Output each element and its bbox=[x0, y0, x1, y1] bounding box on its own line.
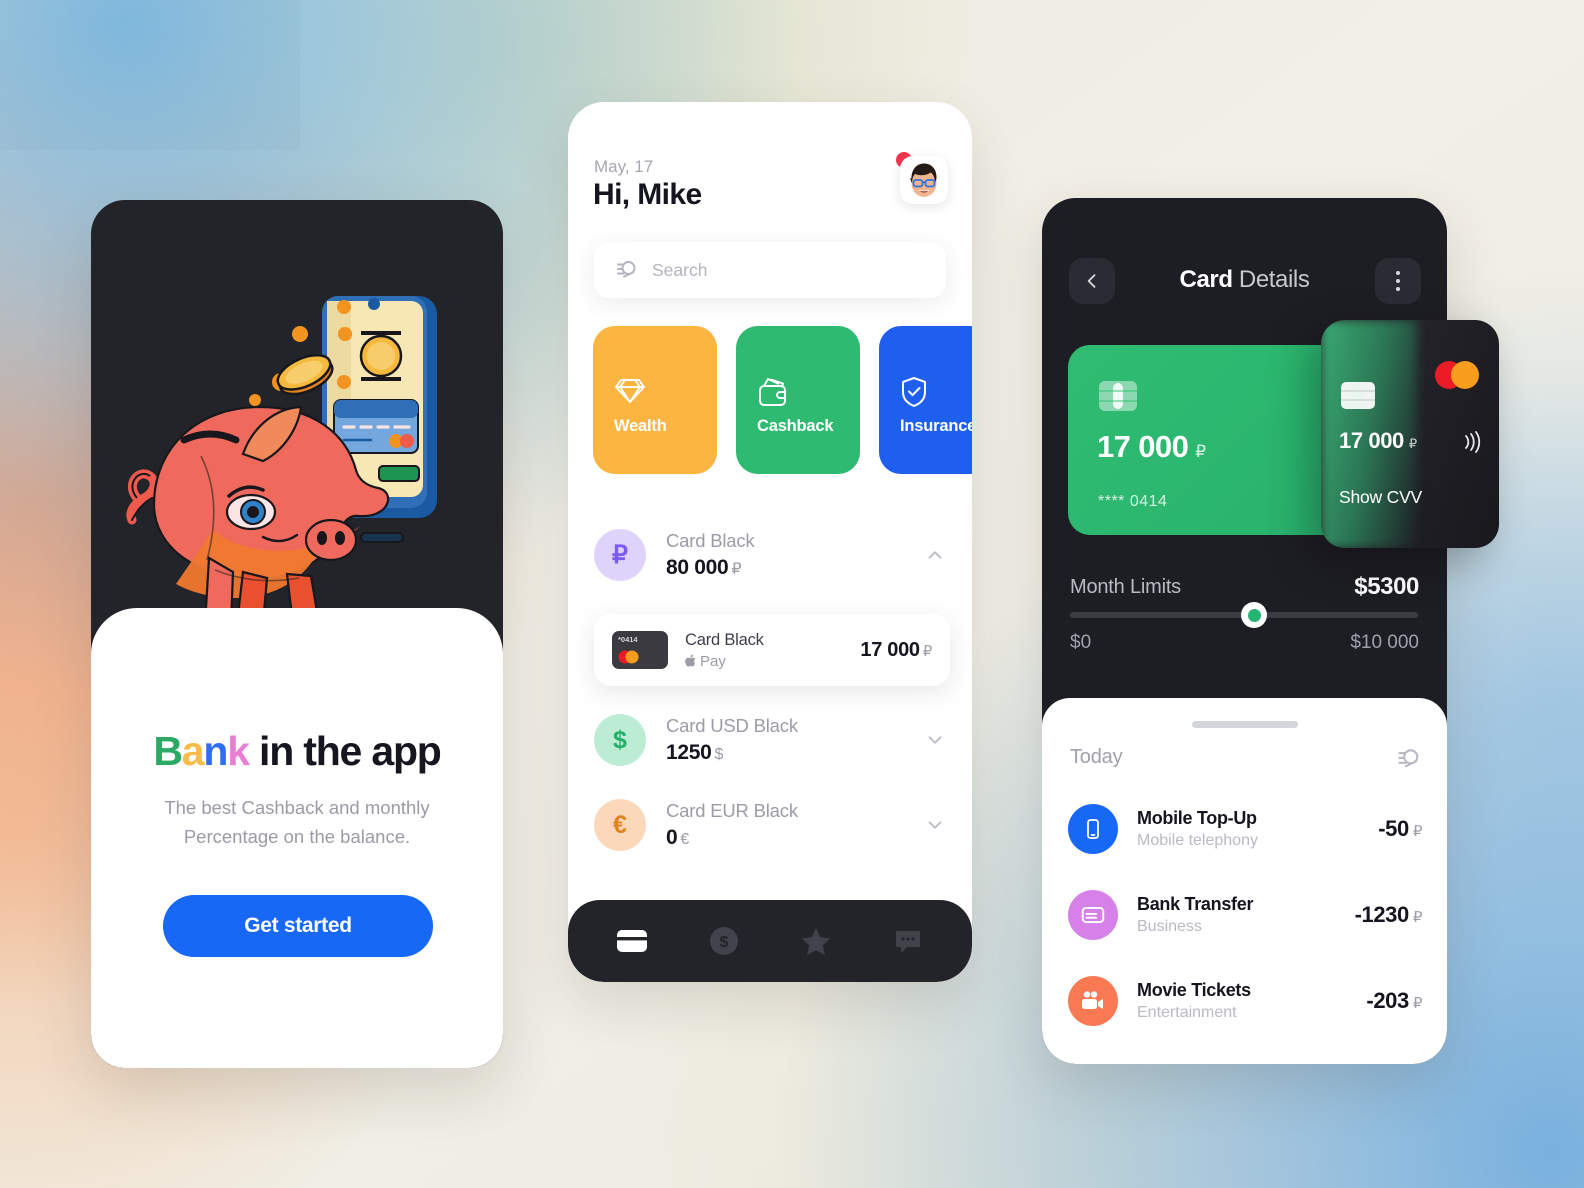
month-limits-value: $5300 bbox=[1354, 573, 1419, 600]
table-row[interactable]: Movie Tickets Entertainment -203 ₽ bbox=[1068, 972, 1422, 1030]
tab-favorites[interactable] bbox=[791, 916, 841, 966]
card-icon bbox=[617, 930, 647, 952]
sub-card-item[interactable]: *0414 Card Black Pay 17 000 ₽ bbox=[594, 614, 950, 686]
currency-circle-rub: ₽ bbox=[594, 529, 646, 581]
mini-card-thumbnail: *0414 bbox=[612, 631, 668, 669]
transactions-sheet: Today Mobile Top-Up Mobile telephony -50… bbox=[1042, 698, 1447, 1064]
transaction-subtitle: Mobile telephony bbox=[1137, 832, 1258, 849]
transaction-subtitle: Entertainment bbox=[1137, 1004, 1237, 1021]
account-name: Card USD Black bbox=[666, 715, 798, 736]
get-started-button[interactable]: Get started bbox=[163, 895, 433, 957]
category-card-cashback[interactable]: Cashback bbox=[736, 326, 860, 474]
dark-card-overlay[interactable]: 17 000 ₽ Show CVV bbox=[1321, 320, 1499, 548]
transaction-amount: -1230 ₽ bbox=[1354, 902, 1423, 927]
title-bold: Card bbox=[1179, 266, 1233, 293]
dark-card-amount: 17 000 ₽ bbox=[1339, 428, 1417, 453]
transaction-amount: -50 ₽ bbox=[1378, 816, 1422, 841]
smartphone-icon bbox=[1068, 804, 1118, 854]
sheet-drag-handle[interactable] bbox=[1191, 721, 1298, 728]
sub-card-pay-label: Pay bbox=[700, 652, 726, 670]
account-balance: 0 € bbox=[666, 826, 689, 849]
memoji-icon bbox=[910, 163, 937, 197]
sub-card-amount: 17 000 ₽ bbox=[860, 638, 932, 661]
tab-payments[interactable]: $ bbox=[699, 916, 749, 966]
onboarding-content-panel: Bank in the app The best Cashback and mo… bbox=[91, 608, 503, 1068]
more-options-button[interactable] bbox=[1375, 258, 1421, 304]
limit-max-label: $10 000 bbox=[1350, 632, 1419, 653]
piggy-bank-phone-coins-illustration bbox=[126, 296, 437, 626]
current-date: May, 17 bbox=[594, 157, 654, 176]
account-balance: 1250 $ bbox=[666, 741, 724, 764]
mastercard-icon bbox=[1435, 361, 1479, 389]
account-row-usd[interactable]: $ Card USD Black 1250 $ bbox=[594, 707, 946, 773]
limit-slider-track[interactable] bbox=[1070, 602, 1418, 628]
account-name: Card Black bbox=[666, 530, 755, 551]
mini-card-number: *0414 bbox=[618, 635, 638, 644]
movie-camera-icon bbox=[1068, 976, 1118, 1026]
limit-slider-knob[interactable] bbox=[1241, 602, 1268, 628]
table-row[interactable]: Bank Transfer Business -1230 ₽ bbox=[1068, 886, 1422, 944]
category-label: Wealth bbox=[614, 417, 667, 435]
page-title: Bank in the app bbox=[153, 728, 442, 774]
category-label: Cashback bbox=[757, 417, 834, 435]
apple-icon bbox=[685, 654, 696, 667]
onboarding-screen: Bank in the app The best Cashback and mo… bbox=[91, 200, 503, 1068]
search-input[interactable] bbox=[652, 259, 926, 281]
sub-card-name: Card Black bbox=[685, 630, 764, 649]
category-card-insurance[interactable]: Insurance bbox=[879, 326, 972, 474]
diamond-icon bbox=[614, 376, 646, 411]
sub-card-pay-method: Pay bbox=[685, 653, 860, 670]
transactions-header: Today bbox=[1070, 746, 1123, 768]
green-card-amount: 17 000 ₽ bbox=[1097, 429, 1206, 464]
filter-search-icon[interactable] bbox=[1395, 746, 1421, 777]
more-vertical-icon bbox=[1396, 271, 1400, 275]
table-row[interactable]: Mobile Top-Up Mobile telephony -50 ₽ bbox=[1068, 800, 1422, 858]
title-light: Details bbox=[1238, 266, 1310, 293]
avatar[interactable] bbox=[900, 156, 948, 204]
credit-card-icon bbox=[1068, 890, 1118, 940]
transaction-title: Movie Tickets bbox=[1137, 980, 1251, 1000]
show-cvv-button[interactable]: Show CVV bbox=[1339, 487, 1422, 508]
green-card-masked-number: **** 0414 bbox=[1098, 493, 1168, 510]
wallet-icon bbox=[757, 376, 789, 413]
greeting-title: Hi, Mike bbox=[593, 178, 702, 211]
shield-check-icon bbox=[900, 376, 928, 413]
category-card-wealth[interactable]: Wealth bbox=[593, 326, 717, 474]
chevron-down-icon[interactable] bbox=[924, 729, 946, 751]
transaction-subtitle: Business bbox=[1137, 918, 1202, 935]
home-screen: May, 17 Hi, Mike Search Wealth Cashback … bbox=[568, 102, 972, 982]
mastercard-icon bbox=[618, 650, 639, 664]
chip-icon bbox=[1099, 381, 1137, 416]
month-limits-label: Month Limits bbox=[1070, 576, 1181, 598]
svg-text:$: $ bbox=[720, 934, 729, 951]
star-icon bbox=[801, 927, 831, 955]
onboarding-subtitle: The best Cashback and monthly Percentage… bbox=[164, 797, 430, 847]
tab-chat[interactable] bbox=[883, 916, 933, 966]
transaction-title: Bank Transfer bbox=[1137, 894, 1254, 914]
currency-circle-usd: $ bbox=[594, 714, 646, 766]
search-bar[interactable] bbox=[594, 242, 946, 298]
currency-circle-eur: € bbox=[594, 799, 646, 851]
chat-icon bbox=[896, 930, 920, 953]
dollar-coin-icon: $ bbox=[710, 927, 738, 955]
search-icon bbox=[617, 261, 636, 278]
account-name: Card EUR Black bbox=[666, 800, 798, 821]
transaction-amount: -203 ₽ bbox=[1366, 988, 1422, 1013]
transaction-title: Mobile Top-Up bbox=[1137, 808, 1257, 828]
tab-cards[interactable] bbox=[607, 916, 657, 966]
bottom-tab-bar: $ bbox=[568, 900, 972, 982]
category-cards: Wealth Cashback Insurance bbox=[593, 326, 972, 474]
chevron-down-icon[interactable] bbox=[924, 814, 946, 836]
category-label: Insurance bbox=[900, 417, 972, 435]
account-balance: 80 000 ₽ bbox=[666, 556, 742, 579]
account-row-eur[interactable]: € Card EUR Black 0 € bbox=[594, 792, 946, 858]
account-row-rub[interactable]: ₽ Card Black 80 000 ₽ bbox=[594, 522, 946, 588]
contactless-icon bbox=[1461, 430, 1481, 459]
avatar-container[interactable] bbox=[896, 152, 948, 204]
chevron-up-icon[interactable] bbox=[924, 544, 946, 566]
chip-icon bbox=[1341, 382, 1375, 414]
limit-min-label: $0 bbox=[1070, 632, 1092, 653]
